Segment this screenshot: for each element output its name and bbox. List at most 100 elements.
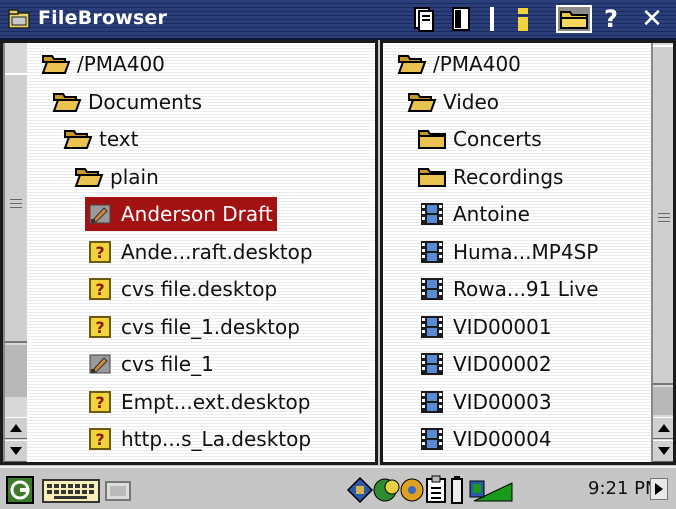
keyboard-icon bbox=[42, 479, 100, 503]
arrow-up-icon bbox=[10, 424, 22, 432]
video-file-icon bbox=[417, 202, 447, 226]
folder-icon bbox=[560, 11, 588, 29]
left-scroll-track[interactable] bbox=[5, 345, 27, 397]
media-status-icon[interactable] bbox=[398, 475, 426, 505]
file-row[interactable]: VID00002 bbox=[417, 347, 552, 381]
svg-text:?: ? bbox=[95, 318, 104, 337]
start-menu-button[interactable] bbox=[6, 476, 34, 504]
item-label: http...s_La.desktop bbox=[121, 427, 312, 451]
left-file-pane[interactable]: /PMA400 Documents text plain Anderson Draft?… bbox=[0, 40, 378, 465]
arrow-down-icon bbox=[10, 447, 22, 455]
folder-row[interactable]: Documents bbox=[52, 85, 202, 119]
file-row[interactable]: VID00001 bbox=[417, 310, 552, 344]
file-row[interactable]: VID00004 bbox=[417, 422, 552, 456]
help-button[interactable]: ? bbox=[600, 5, 622, 33]
file-row[interactable]: ? cvs file_1.desktop bbox=[85, 310, 300, 344]
file-row[interactable]: Huma...MP4SP bbox=[417, 235, 598, 269]
folder-row[interactable]: text bbox=[63, 122, 138, 156]
file-row[interactable]: Anderson Draft bbox=[85, 197, 277, 231]
folder-row[interactable]: Concerts bbox=[417, 122, 542, 156]
toolbar-separator bbox=[490, 7, 494, 31]
close-icon: ✕ bbox=[641, 4, 663, 34]
arrow-up-icon bbox=[658, 424, 670, 432]
arrow-down-icon bbox=[658, 447, 670, 455]
right-scrollbar[interactable] bbox=[651, 43, 673, 462]
left-scrollbar-thumb[interactable] bbox=[5, 73, 27, 343]
title-bar: FileBrowser ? ✕ bbox=[0, 0, 676, 40]
info-icon bbox=[518, 8, 528, 31]
right-scroll-track[interactable] bbox=[653, 387, 673, 415]
file-row[interactable]: ? Empt...ext.desktop bbox=[85, 385, 311, 419]
item-label: VID00003 bbox=[453, 389, 552, 414]
tool-icon[interactable] bbox=[346, 476, 374, 504]
document-icon bbox=[85, 352, 115, 376]
item-label: /PMA400 bbox=[77, 52, 165, 76]
left-scroll-up-button[interactable] bbox=[5, 417, 27, 439]
filebrowser-task-icon bbox=[105, 481, 131, 501]
battery-icon[interactable] bbox=[450, 475, 464, 505]
video-file-icon bbox=[417, 240, 447, 264]
folder-row[interactable]: /PMA400 bbox=[397, 47, 521, 81]
item-label: Empt...ext.desktop bbox=[121, 389, 311, 414]
item-label: Ande...raft.desktop bbox=[121, 239, 313, 264]
keyboard-button[interactable] bbox=[42, 476, 100, 504]
info-button[interactable] bbox=[512, 5, 534, 33]
single-pane-icon bbox=[414, 7, 434, 32]
unknown-file-icon: ? bbox=[85, 427, 115, 451]
signal-strength-icon[interactable] bbox=[468, 475, 514, 505]
item-label: VID00002 bbox=[453, 352, 552, 376]
folder-row[interactable]: Video bbox=[407, 85, 499, 119]
file-row[interactable]: Rowa...91 Live bbox=[417, 272, 599, 306]
folder-view-button[interactable] bbox=[556, 5, 592, 33]
file-row[interactable]: ? cvs file.desktop bbox=[85, 272, 277, 306]
taskbar: 9:21 PM bbox=[0, 466, 676, 509]
arrow-right-icon bbox=[655, 483, 663, 495]
item-label: Anderson Draft bbox=[121, 202, 273, 226]
file-row[interactable]: ? Ande...raft.desktop bbox=[85, 235, 313, 269]
left-scrollbar[interactable] bbox=[3, 43, 27, 462]
svg-text:?: ? bbox=[95, 243, 104, 262]
start-menu-icon bbox=[10, 480, 30, 500]
item-label: Rowa...91 Live bbox=[453, 277, 599, 301]
right-scroll-down-button[interactable] bbox=[653, 440, 673, 462]
file-row[interactable]: cvs file_1 bbox=[85, 347, 214, 381]
unknown-file-icon: ? bbox=[85, 390, 115, 414]
folder-open-icon bbox=[41, 52, 71, 76]
file-row[interactable]: Antoine bbox=[417, 197, 530, 231]
folder-icon bbox=[417, 165, 447, 189]
item-label: text bbox=[99, 127, 139, 151]
item-label: Concerts bbox=[453, 127, 542, 151]
right-scrollbar-thumb[interactable] bbox=[653, 45, 673, 385]
unknown-file-icon: ? bbox=[85, 240, 115, 264]
item-label: plain bbox=[110, 164, 159, 189]
folder-row[interactable]: Recordings bbox=[417, 160, 563, 194]
item-label: VID00001 bbox=[453, 314, 552, 339]
dual-pane-button[interactable] bbox=[449, 5, 475, 33]
filebrowser-task-button[interactable] bbox=[104, 476, 134, 504]
taskbar-scroll-right-button[interactable] bbox=[650, 478, 668, 500]
right-file-pane[interactable]: /PMA400 Video Concerts Recordings Antoine Hum… bbox=[380, 40, 676, 465]
svg-text:?: ? bbox=[95, 430, 104, 449]
folder-row[interactable]: plain bbox=[74, 160, 159, 194]
video-file-icon bbox=[417, 352, 447, 376]
item-label: Antoine bbox=[453, 202, 530, 226]
item-label: VID00004 bbox=[453, 427, 552, 451]
right-scroll-up-button[interactable] bbox=[653, 417, 673, 439]
single-pane-button[interactable] bbox=[411, 5, 437, 33]
item-label: Recordings bbox=[453, 164, 564, 189]
close-button[interactable]: ✕ bbox=[638, 4, 666, 34]
folder-row[interactable]: /PMA400 bbox=[41, 47, 165, 81]
item-label: cvs file_1 bbox=[121, 352, 214, 376]
left-scroll-down-button[interactable] bbox=[5, 440, 27, 462]
item-label: /PMA400 bbox=[433, 52, 521, 76]
clipboard-icon[interactable] bbox=[424, 475, 448, 505]
file-row[interactable]: VID00003 bbox=[417, 385, 552, 419]
item-label: Huma...MP4SP bbox=[453, 239, 599, 264]
item-label: Video bbox=[443, 89, 500, 114]
folder-open-icon bbox=[63, 127, 93, 151]
video-file-icon bbox=[417, 427, 447, 451]
filebrowser-app-icon bbox=[8, 9, 30, 29]
document-icon bbox=[85, 202, 115, 226]
file-row[interactable]: ? http...s_La.desktop bbox=[85, 422, 311, 456]
folder-icon bbox=[417, 127, 447, 151]
